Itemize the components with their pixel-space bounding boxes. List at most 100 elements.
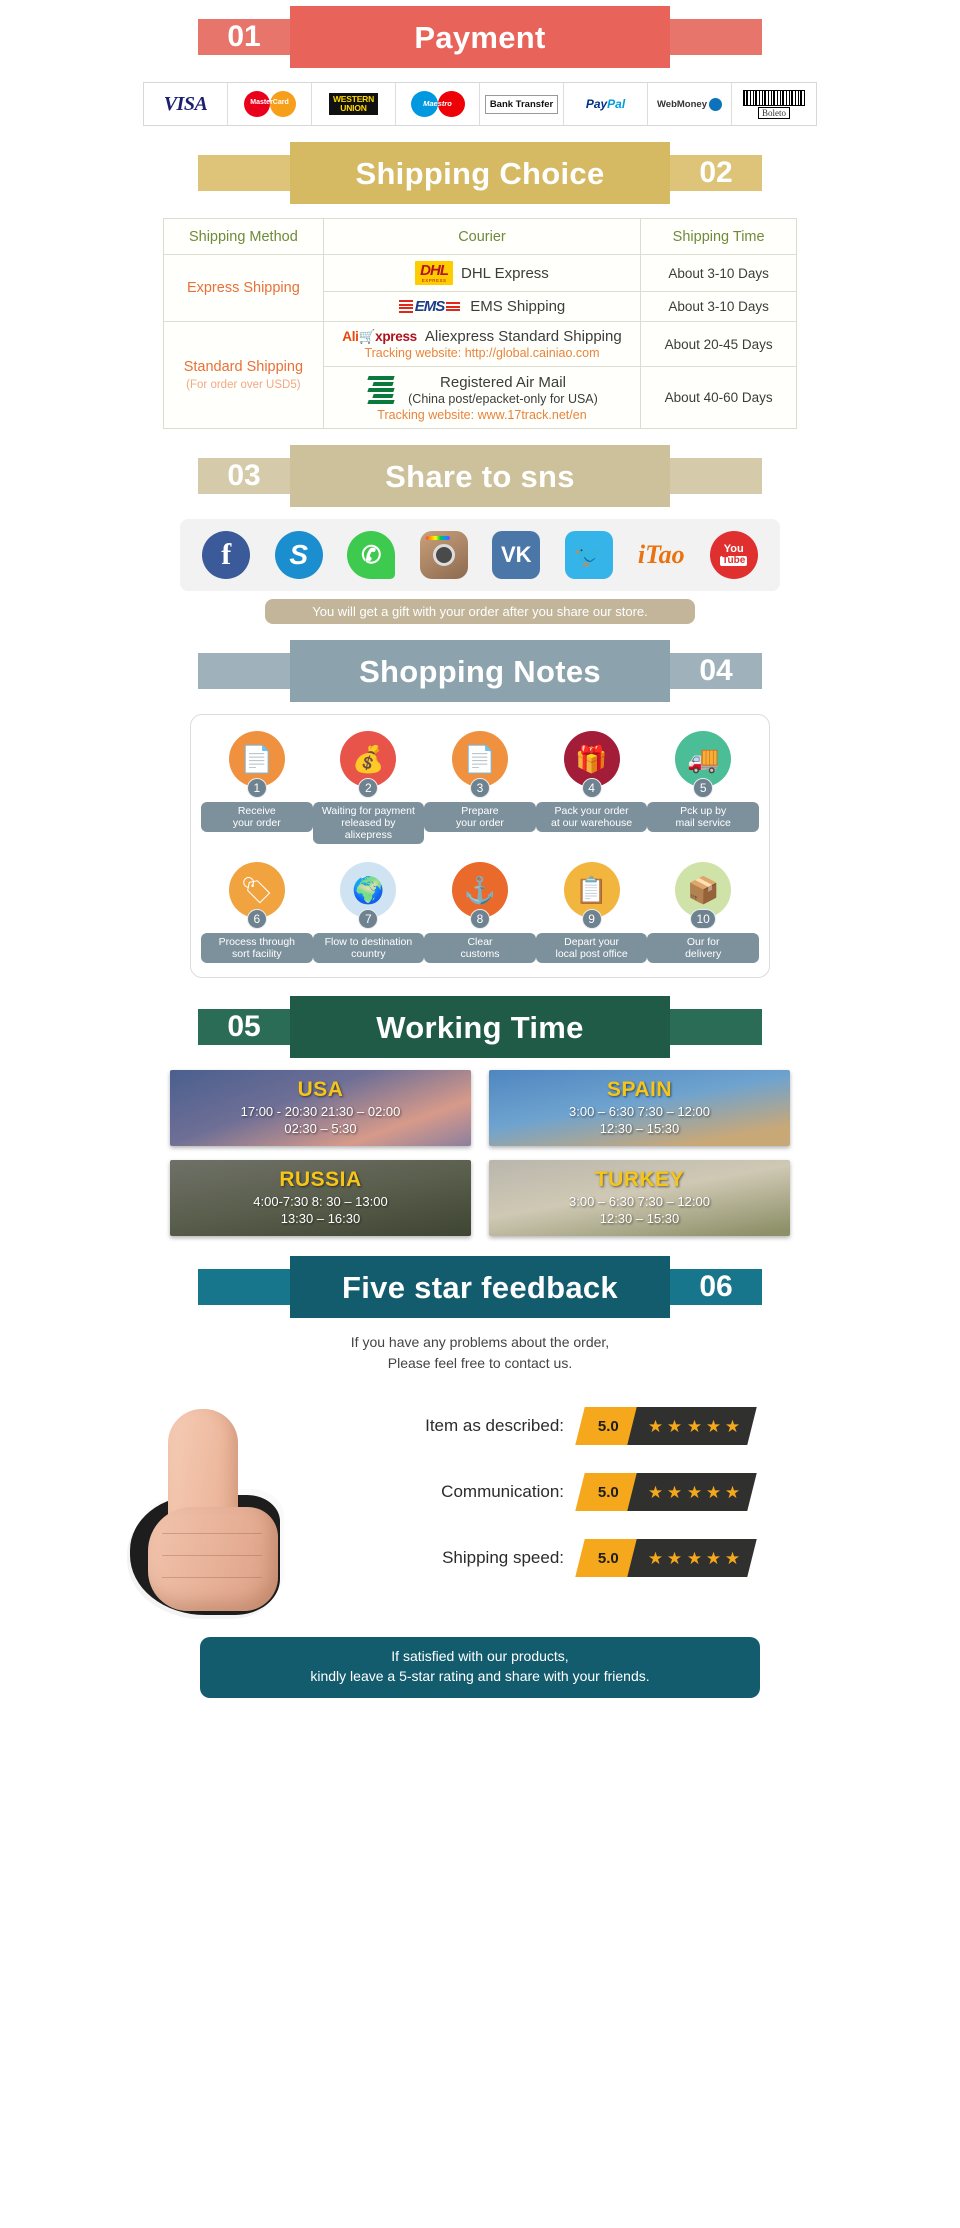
shopping-notes-title: Shopping Notes [359, 653, 601, 689]
feedback-section-number: 06 [699, 1270, 733, 1304]
star-icon: ★ [725, 1416, 741, 1436]
payment-section-number: 01 [227, 20, 261, 53]
star-rating-icons: ★ ★ ★ ★ ★ [627, 1538, 757, 1577]
star-icon: ★ [705, 1482, 721, 1502]
ems-logo: EMS [398, 298, 463, 315]
feedback-intro-line1: If you have any problems about the order… [350, 1334, 610, 1351]
instagram-icon[interactable] [419, 531, 468, 579]
rating-label: Communication: [441, 1481, 564, 1501]
shipping-title: Shipping Choice [355, 155, 605, 191]
step-number: 1 [246, 778, 267, 798]
share-gift-note: You will get a gift with your order afte… [265, 599, 695, 624]
list-item: ⚓ 8 Clear customs [424, 862, 536, 964]
working-time-grid: USA 17:00 - 20:30 21:30 – 02:00 02:30 – … [170, 1070, 790, 1237]
shipping-section-number: 02 [699, 156, 733, 189]
china-post-logo [366, 373, 400, 407]
step-label: Waiting for payment released by alixepre… [312, 802, 425, 845]
shopping-notes-row-2: 🏷 6 Process through sort facility 🌍 7 Fl… [201, 862, 759, 964]
dhl-shipping-time: About 3-10 Days [640, 254, 797, 292]
working-time-card-turkey: TURKEY 3:00 – 6:30 7:30 – 12:00 12:30 – … [489, 1160, 790, 1237]
step-label: Receive your order [201, 802, 313, 833]
rating-badge: 5.0 ★ ★ ★ ★ ★ [575, 1538, 757, 1577]
fist-shape [148, 1506, 278, 1611]
bank-transfer-logo: Bank Transfer [480, 83, 564, 125]
star-rating-icons: ★ ★ ★ ★ ★ [627, 1472, 757, 1511]
thumbs-up-image [130, 1399, 340, 1619]
aliexpress-shipping-time: About 20-45 Days [640, 321, 797, 367]
western-union-logo: WESTERN UNION [312, 83, 396, 125]
rating-row-communication: Communication: 5.0 ★ ★ ★ ★ ★ [370, 1459, 840, 1525]
payment-methods-box: VISA MasterCard WESTERN UNION Maestro Ba… [143, 82, 817, 126]
dhl-courier-cell: DHL EXPRESS DHL Express [322, 254, 642, 292]
feedback-banner-center: Five star feedback [290, 1256, 670, 1319]
feedback-banner: Five star feedback 06 [0, 1256, 960, 1319]
feedback-body: Item as described: 5.0 ★ ★ ★ ★ ★ Communicati… [120, 1379, 840, 1629]
ems-shipping-time: About 3-10 Days [640, 291, 797, 322]
visa-logo: VISA [144, 83, 228, 125]
dhl-courier-label: DHL Express [460, 264, 549, 282]
twitter-icon[interactable]: 🐦 [564, 531, 613, 579]
itao-icon[interactable]: iTao [637, 531, 685, 579]
rating-label: Item as described: [425, 1415, 564, 1435]
ribbon-left-tail [198, 1269, 290, 1306]
step-label: Flow to destination country [312, 933, 425, 964]
table-row: Express Shipping DHL EXPRESS DHL Express… [163, 254, 797, 322]
feedback-footer-note: If satisfied with our products, kindly l… [200, 1636, 760, 1698]
step-number: 2 [358, 778, 379, 798]
aliexpress-logo: Ali🛒xpress [342, 328, 417, 344]
star-icon: ★ [725, 1482, 741, 1502]
step-label: Prepare your order [424, 802, 536, 833]
step-number: 7 [358, 909, 379, 930]
country-name: SPAIN [606, 1077, 673, 1101]
ribbon-left-tail: 03 [198, 458, 290, 494]
working-time-banner: 05 Working Time [0, 996, 960, 1059]
facebook-icon[interactable]: f [202, 531, 251, 579]
youtube-icon[interactable]: You Tube [709, 531, 758, 579]
feedback-footer-line1: If satisfied with our products, [391, 1647, 569, 1664]
vk-icon[interactable]: VK [492, 531, 541, 579]
star-icon: ★ [667, 1482, 683, 1502]
boleto-logo: Boleto [732, 83, 816, 125]
star-icon: ★ [705, 1548, 721, 1568]
star-icon: ★ [725, 1548, 741, 1568]
step-number: 3 [469, 778, 490, 798]
cainiao-tracking-website[interactable]: Tracking website: http://global.cainiao.… [328, 346, 637, 360]
air-mail-shipping-time: About 40-60 Days [640, 366, 797, 429]
aliexpress-courier-label: Aliexpress Standard Shipping [424, 328, 622, 345]
header-shipping-time: Shipping Time [640, 218, 797, 255]
working-time-card-russia: RUSSIA 4:00-7:30 8: 30 – 13:00 13:30 – 1… [170, 1160, 471, 1237]
working-time-card-usa: USA 17:00 - 20:30 21:30 – 02:00 02:30 – … [170, 1070, 471, 1147]
step-label: Our for delivery [647, 933, 759, 964]
list-item: 🎁 4 Pack your order at our warehouse [535, 731, 648, 833]
table-header-row: Shipping Method Courier Shipping Time [163, 218, 797, 255]
share-section-number: 03 [227, 459, 261, 492]
step-number: 8 [469, 909, 490, 930]
country-hours: 3:00 – 6:30 7:30 – 12:00 12:30 – 15:30 [569, 1103, 710, 1137]
country-hours: 3:00 – 6:30 7:30 – 12:00 12:30 – 15:30 [569, 1193, 710, 1227]
feedback-title: Five star feedback [342, 1269, 618, 1305]
ribbon-right-tail [670, 458, 762, 494]
star-icon: ★ [705, 1416, 721, 1436]
whatsapp-icon[interactable]: ✆ [347, 531, 396, 579]
social-share-panel: f S ✆ VK 🐦 iTao You Tube [180, 519, 780, 591]
skype-icon[interactable]: S [274, 531, 323, 579]
list-item: 🏷 6 Process through sort facility [201, 862, 313, 964]
header-shipping-method: Shipping Method [163, 218, 324, 255]
ratings-list: Item as described: 5.0 ★ ★ ★ ★ ★ Communicati… [370, 1393, 840, 1591]
air-mail-courier-sublabel: (China post/epacket-only for USA) [408, 391, 598, 406]
feedback-intro: If you have any problems about the order… [0, 1332, 960, 1373]
shopping-notes-panel: 📄 1 Receive your order 💰 2 Waiting for p… [190, 714, 770, 979]
step-number: 5 [693, 778, 714, 798]
17track-tracking-website[interactable]: Tracking website: www.17track.net/en [328, 408, 637, 422]
mastercard-logo: MasterCard [228, 83, 312, 125]
country-name: RUSSIA [279, 1167, 362, 1191]
step-label: Clear customs [424, 933, 536, 964]
ribbon-right-tail [670, 19, 762, 55]
step-number: 10 [690, 909, 717, 930]
ems-courier-label: EMS Shipping [470, 298, 566, 315]
country-hours: 17:00 - 20:30 21:30 – 02:00 02:30 – 5:30 [240, 1103, 401, 1137]
table-row: Standard Shipping (For order over USD5) … [163, 321, 797, 429]
ribbon-right-tail: 06 [670, 1269, 762, 1306]
star-icon: ★ [667, 1548, 683, 1568]
share-banner: 03 Share to sns [0, 445, 960, 507]
